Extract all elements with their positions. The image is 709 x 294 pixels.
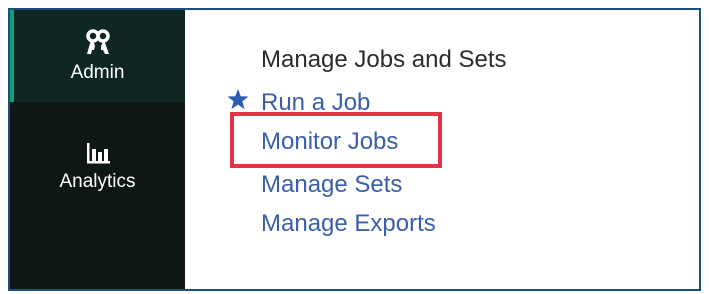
sidebar-item-label: Analytics	[59, 171, 136, 192]
sidebar-item-analytics[interactable]: Analytics	[10, 122, 185, 208]
bar-chart-icon	[86, 143, 110, 164]
sidebar-item-admin[interactable]: Admin	[10, 10, 185, 102]
admin-keys-icon	[85, 29, 110, 54]
app-frame: Admin Analytics Manage Jobs and Sets Run…	[8, 8, 701, 291]
sidebar-item-label: Admin	[70, 62, 125, 83]
favorite-star-icon	[227, 88, 249, 110]
active-indicator	[10, 10, 14, 102]
main-content: Manage Jobs and Sets Run a Job Monitor J…	[185, 10, 699, 289]
manage-sets-link[interactable]: Manage Sets	[261, 171, 402, 199]
section-title: Manage Jobs and Sets	[261, 46, 507, 73]
manage-exports-link[interactable]: Manage Exports	[261, 210, 436, 238]
sidebar: Admin Analytics	[10, 10, 185, 289]
highlight-box	[230, 112, 442, 168]
